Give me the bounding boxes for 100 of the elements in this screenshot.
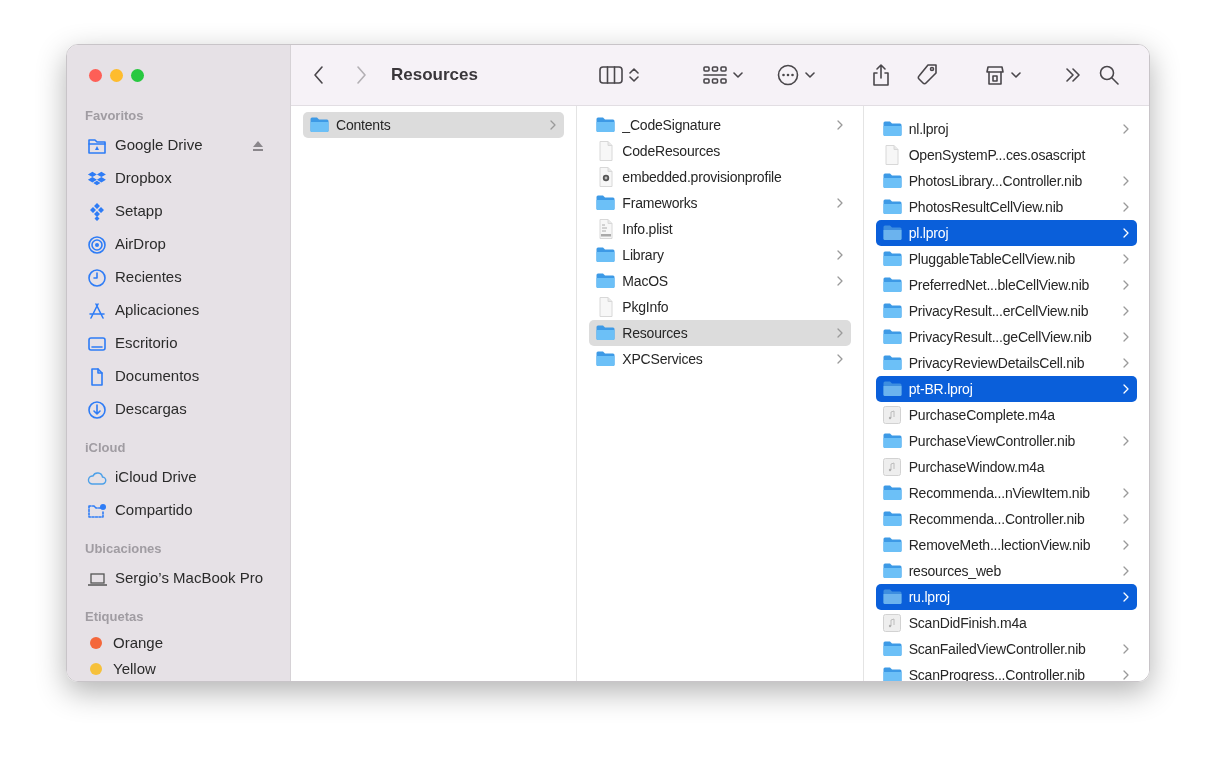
file-row[interactable]: PurchaseWindow.m4a xyxy=(875,454,1137,480)
folder-icon xyxy=(882,537,902,553)
folder-icon xyxy=(882,199,902,215)
file-row[interactable]: ScanDidFinish.m4a xyxy=(875,610,1137,636)
file-row[interactable]: ru.lproj xyxy=(875,584,1137,610)
file-row[interactable]: PrivacyResult...geCellView.nib xyxy=(875,324,1137,350)
file-row[interactable]: Contents xyxy=(303,112,565,138)
section-heading: Favoritos xyxy=(84,106,145,125)
more-icon[interactable] xyxy=(777,64,799,86)
sidebar-item[interactable]: Dropbox xyxy=(67,162,290,195)
document-icon xyxy=(884,145,901,165)
sidebar-item[interactable]: Setapp xyxy=(67,195,290,228)
chevron-right-icon xyxy=(1123,202,1129,212)
file-row[interactable]: Resources xyxy=(589,320,851,346)
sidebar-item[interactable]: iCloud Drive xyxy=(67,461,290,494)
sidebar-item[interactable]: Descargas xyxy=(67,393,290,426)
folder-icon xyxy=(882,563,902,579)
folder-icon xyxy=(882,433,902,449)
file-row[interactable]: OpenSystemP...ces.osascript xyxy=(875,142,1137,168)
file-row[interactable]: XPCServices xyxy=(589,346,851,372)
storefront-icon[interactable] xyxy=(985,64,1005,86)
airdrop-icon xyxy=(87,234,107,255)
file-row[interactable]: PurchaseComplete.m4a xyxy=(875,402,1137,428)
certificate-icon xyxy=(597,167,614,187)
window-title: Resources xyxy=(391,64,479,87)
file-row[interactable]: Frameworks xyxy=(589,190,851,216)
eject-icon[interactable] xyxy=(252,139,264,152)
chevron-down-icon[interactable] xyxy=(733,71,743,79)
file-row[interactable]: PreferredNet...bleCellView.nib xyxy=(875,272,1137,298)
audio-file-icon xyxy=(883,458,902,476)
file-row[interactable]: PhotosLibrary...Controller.nib xyxy=(875,168,1137,194)
chevron-right-icon xyxy=(836,198,843,208)
file-row[interactable]: Recommenda...nViewItem.nib xyxy=(875,480,1137,506)
sidebar-item[interactable]: Google Drive xyxy=(67,129,290,162)
chevron-right-icon xyxy=(1123,384,1129,394)
sidebar-item[interactable]: Yellow xyxy=(67,656,290,681)
folder-icon xyxy=(882,303,902,319)
sidebar-item[interactable]: Compartido xyxy=(67,494,290,527)
back-icon[interactable] xyxy=(313,65,325,85)
file-row[interactable]: nl.lproj xyxy=(875,116,1137,142)
chevron-right-icon xyxy=(1123,566,1129,576)
folder-icon xyxy=(596,351,616,367)
file-row[interactable]: _CodeSignature xyxy=(589,112,851,138)
search-icon[interactable] xyxy=(1099,65,1119,85)
chevron-right-icon xyxy=(1123,514,1129,524)
tag-icon[interactable] xyxy=(915,63,939,87)
share-icon[interactable] xyxy=(871,63,891,87)
file-row[interactable]: resources_web xyxy=(875,558,1137,584)
file-row[interactable]: embedded.provisionprofile xyxy=(589,164,851,190)
file-row[interactable]: PrivacyResult...erCellView.nib xyxy=(875,298,1137,324)
folder-icon xyxy=(596,325,616,341)
section-heading: Etiquetas xyxy=(84,607,145,626)
group-grid-icon[interactable] xyxy=(703,66,727,84)
file-row[interactable]: pl.lproj xyxy=(875,220,1137,246)
audio-file-icon xyxy=(883,614,902,632)
folder-icon xyxy=(596,273,616,289)
file-row[interactable]: Recommenda...Controller.nib xyxy=(875,506,1137,532)
file-row[interactable]: Library xyxy=(589,242,851,268)
sidebar-item[interactable]: Orange xyxy=(67,630,290,656)
file-row[interactable]: PluggableTableCellView.nib xyxy=(875,246,1137,272)
double-chevron-icon[interactable] xyxy=(1065,68,1081,82)
folder-icon xyxy=(596,117,616,133)
folder-icon xyxy=(596,247,616,263)
sidebar-item[interactable]: Documentos xyxy=(67,360,290,393)
folder-icon xyxy=(882,381,902,397)
file-row[interactable]: PrivacyReviewDetailsCell.nib xyxy=(875,350,1137,376)
sidebar-item[interactable]: Sergio’s MacBook Pro xyxy=(67,562,290,595)
chevron-down-icon[interactable] xyxy=(1011,71,1021,79)
folder-icon xyxy=(882,355,902,371)
file-row[interactable]: PurchaseViewController.nib xyxy=(875,428,1137,454)
chevron-right-icon xyxy=(1123,540,1129,550)
folder-icon xyxy=(596,195,616,211)
file-row[interactable]: pt-BR.lproj xyxy=(875,376,1137,402)
chevron-down-icon[interactable] xyxy=(805,71,815,79)
clock-icon xyxy=(87,267,107,288)
chevron-right-icon xyxy=(836,328,843,338)
chevron-right-icon xyxy=(1123,332,1129,342)
sidebar-item[interactable]: Escritorio xyxy=(67,327,290,360)
document-icon xyxy=(597,297,614,317)
chevron-right-icon xyxy=(1123,592,1129,602)
file-row[interactable]: PkgInfo xyxy=(589,294,851,320)
folder-icon xyxy=(882,277,902,293)
file-row[interactable]: RemoveMeth...lectionView.nib xyxy=(875,532,1137,558)
sidebar-item[interactable]: Recientes xyxy=(67,261,290,294)
sidebar-item[interactable]: AirDrop xyxy=(67,228,290,261)
chevron-right-icon xyxy=(1123,280,1129,290)
file-row[interactable]: MacOS xyxy=(589,268,851,294)
folder-icon xyxy=(882,121,902,137)
sidebar-item[interactable]: Aplicaciones xyxy=(67,294,290,327)
file-row[interactable]: PhotosResultCellView.nib xyxy=(875,194,1137,220)
folder-icon xyxy=(882,329,902,345)
folder-icon xyxy=(882,485,902,501)
folder-icon xyxy=(882,173,902,189)
file-row[interactable]: ScanFailedViewController.nib xyxy=(875,636,1137,662)
file-row[interactable]: CodeResources xyxy=(589,138,851,164)
file-row[interactable]: Info.plist xyxy=(589,216,851,242)
folder-icon xyxy=(882,511,902,527)
columns-view-icon[interactable] xyxy=(599,66,623,84)
chevron-right-icon xyxy=(1123,358,1129,368)
up-down-chevron-icon[interactable] xyxy=(629,67,639,83)
